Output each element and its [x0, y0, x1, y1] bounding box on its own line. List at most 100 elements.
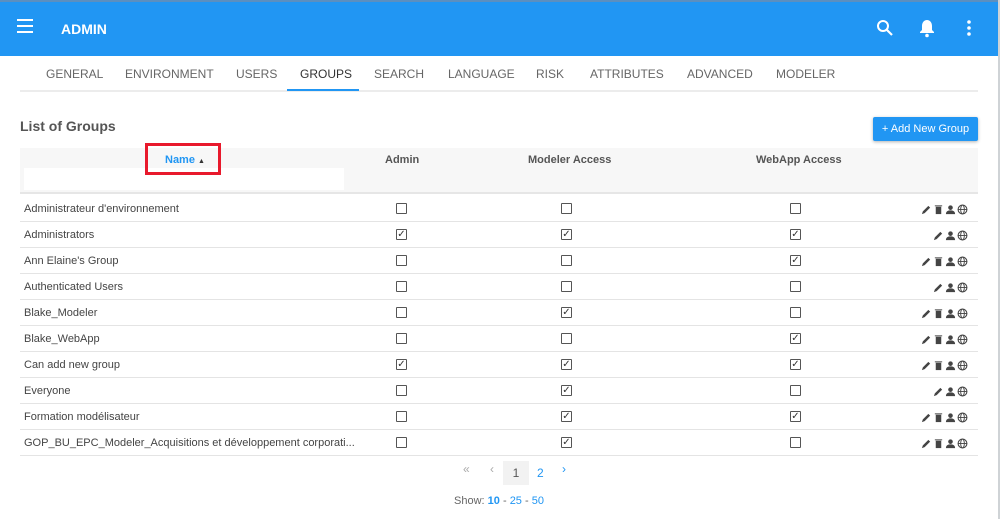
- webapp-checkbox[interactable]: [790, 437, 801, 448]
- page-size-25[interactable]: 25: [510, 495, 522, 507]
- webapp-checkbox[interactable]: ✓: [790, 229, 801, 240]
- delete-icon[interactable]: [933, 306, 944, 319]
- globe-icon[interactable]: [957, 254, 968, 267]
- modeler-checkbox[interactable]: [561, 255, 572, 266]
- tab-advanced[interactable]: ADVANCED: [687, 67, 753, 81]
- modeler-checkbox[interactable]: ✓: [561, 359, 572, 370]
- search-icon[interactable]: [875, 18, 895, 38]
- edit-icon[interactable]: [921, 358, 932, 371]
- modeler-checkbox[interactable]: ✓: [561, 229, 572, 240]
- modeler-checkbox[interactable]: [561, 281, 572, 292]
- user-icon[interactable]: [945, 202, 956, 215]
- webapp-checkbox[interactable]: [790, 307, 801, 318]
- group-name: GOP_BU_EPC_Modeler_Acquisitions et dével…: [24, 437, 355, 449]
- delete-icon[interactable]: [933, 254, 944, 267]
- globe-icon[interactable]: [957, 332, 968, 345]
- modeler-checkbox[interactable]: ✓: [561, 385, 572, 396]
- separator: -: [502, 495, 507, 507]
- edit-icon[interactable]: [933, 228, 944, 241]
- page-1-button[interactable]: 1: [503, 461, 529, 485]
- modeler-checkbox[interactable]: [561, 203, 572, 214]
- user-icon[interactable]: [945, 358, 956, 371]
- group-name: Ann Elaine's Group: [24, 255, 119, 267]
- tab-environment[interactable]: ENVIRONMENT: [125, 67, 214, 81]
- menu-icon[interactable]: [17, 19, 33, 33]
- user-icon[interactable]: [945, 306, 956, 319]
- admin-checkbox[interactable]: ✓: [396, 359, 407, 370]
- globe-icon[interactable]: [957, 228, 968, 241]
- tab-groups[interactable]: GROUPS: [300, 67, 352, 81]
- globe-icon[interactable]: [957, 202, 968, 215]
- admin-checkbox[interactable]: [396, 411, 407, 422]
- edit-icon[interactable]: [933, 384, 944, 397]
- group-name: Can add new group: [24, 359, 121, 371]
- webapp-checkbox[interactable]: ✓: [790, 333, 801, 344]
- webapp-checkbox[interactable]: ✓: [790, 359, 801, 370]
- user-icon[interactable]: [945, 254, 956, 267]
- tab-general[interactable]: GENERAL: [46, 67, 103, 81]
- delete-icon[interactable]: [933, 202, 944, 215]
- webapp-checkbox[interactable]: [790, 385, 801, 396]
- edit-icon[interactable]: [921, 254, 932, 267]
- active-tab-indicator: [287, 89, 359, 91]
- admin-checkbox[interactable]: [396, 255, 407, 266]
- edit-icon[interactable]: [921, 202, 932, 215]
- next-page-button[interactable]: ›: [562, 462, 566, 476]
- modeler-checkbox[interactable]: ✓: [561, 411, 572, 422]
- delete-icon[interactable]: [933, 358, 944, 371]
- globe-icon[interactable]: [957, 436, 968, 449]
- group-name: Blake_Modeler: [24, 307, 98, 319]
- webapp-checkbox[interactable]: [790, 281, 801, 292]
- tab-attributes[interactable]: ATTRIBUTES: [590, 67, 664, 81]
- modeler-checkbox[interactable]: [561, 333, 572, 344]
- delete-icon[interactable]: [933, 436, 944, 449]
- tab-modeler[interactable]: MODELER: [776, 67, 835, 81]
- page-2-button[interactable]: 2: [537, 466, 544, 480]
- page-size-50[interactable]: 50: [532, 495, 544, 507]
- modeler-checkbox[interactable]: ✓: [561, 307, 572, 318]
- user-icon[interactable]: [945, 228, 956, 241]
- admin-checkbox[interactable]: [396, 307, 407, 318]
- globe-icon[interactable]: [957, 384, 968, 397]
- page-size-10[interactable]: 10: [488, 495, 500, 507]
- first-page-button[interactable]: «: [463, 462, 470, 476]
- edit-icon[interactable]: [921, 306, 932, 319]
- user-icon[interactable]: [945, 410, 956, 423]
- bell-icon[interactable]: [917, 18, 937, 38]
- more-vert-icon[interactable]: [959, 18, 979, 38]
- delete-icon[interactable]: [933, 332, 944, 345]
- edit-icon[interactable]: [921, 332, 932, 345]
- tab-language[interactable]: LANGUAGE: [448, 67, 515, 81]
- delete-icon[interactable]: [933, 410, 944, 423]
- table-row: Administrators ✓ ✓ ✓: [20, 222, 978, 248]
- tab-risk[interactable]: RISK: [536, 67, 564, 81]
- admin-checkbox[interactable]: [396, 437, 407, 448]
- admin-checkbox[interactable]: ✓: [396, 229, 407, 240]
- edit-icon[interactable]: [933, 280, 944, 293]
- webapp-checkbox[interactable]: ✓: [790, 411, 801, 422]
- tab-search[interactable]: SEARCH: [374, 67, 424, 81]
- table-row: Ann Elaine's Group ✓: [20, 248, 978, 274]
- webapp-checkbox[interactable]: [790, 203, 801, 214]
- globe-icon[interactable]: [957, 358, 968, 371]
- webapp-checkbox[interactable]: ✓: [790, 255, 801, 266]
- globe-icon[interactable]: [957, 410, 968, 423]
- edit-icon[interactable]: [921, 436, 932, 449]
- admin-checkbox[interactable]: [396, 333, 407, 344]
- table-row: Can add new group ✓ ✓ ✓: [20, 352, 978, 378]
- user-icon[interactable]: [945, 436, 956, 449]
- add-new-group-button[interactable]: + Add New Group: [873, 117, 978, 141]
- user-icon[interactable]: [945, 280, 956, 293]
- admin-checkbox[interactable]: [396, 281, 407, 292]
- globe-icon[interactable]: [957, 280, 968, 293]
- user-icon[interactable]: [945, 384, 956, 397]
- user-icon[interactable]: [945, 332, 956, 345]
- admin-checkbox[interactable]: [396, 203, 407, 214]
- admin-checkbox[interactable]: [396, 385, 407, 396]
- tab-users[interactable]: USERS: [236, 67, 277, 81]
- globe-icon[interactable]: [957, 306, 968, 319]
- column-modeler-header: Modeler Access: [528, 154, 612, 166]
- prev-page-button[interactable]: ‹: [490, 462, 494, 476]
- modeler-checkbox[interactable]: ✓: [561, 437, 572, 448]
- edit-icon[interactable]: [921, 410, 932, 423]
